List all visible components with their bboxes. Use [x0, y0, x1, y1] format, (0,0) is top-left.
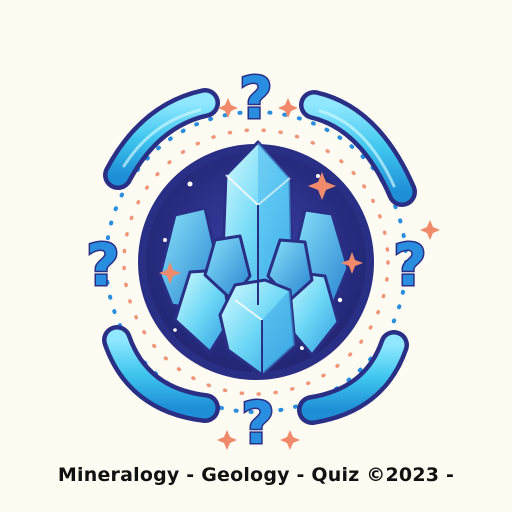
question-mark-right: ?	[393, 231, 427, 299]
question-mark-bottom: ?	[241, 389, 275, 457]
question-mark-left: ?	[86, 231, 120, 299]
question-mark-top: ?	[239, 64, 273, 132]
quiz-title-caption: Mineralogy - Geology - Quiz ©2023 -	[57, 464, 455, 486]
quiz-logo-artwork: ? ? ? ?	[85, 63, 440, 459]
